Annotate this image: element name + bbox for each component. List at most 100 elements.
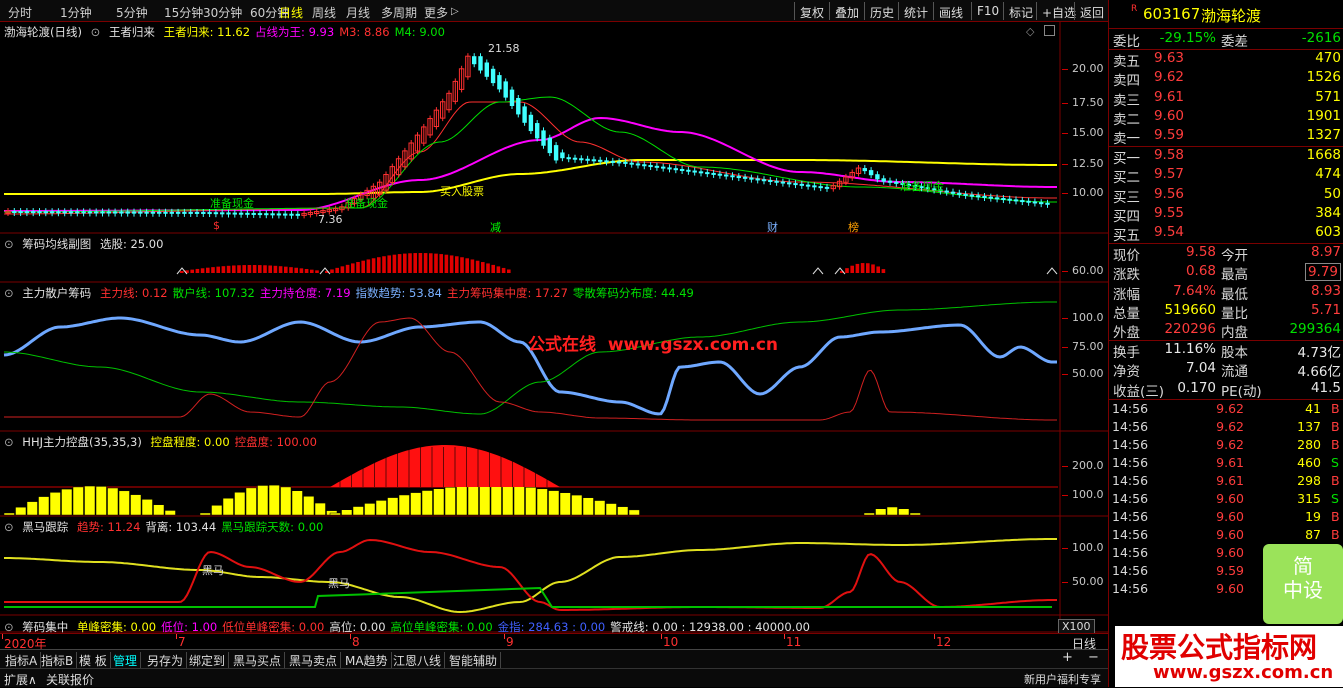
stock-name: 渤海轮渡 <box>1201 7 1262 25</box>
toolbar-button[interactable]: 统计 <box>898 2 933 20</box>
linked-quote-button[interactable]: 关联报价 <box>46 671 94 688</box>
candle-body <box>270 213 275 216</box>
tick-time: 14:56 <box>1112 419 1149 434</box>
indicator-name[interactable]: 王者归来 <box>109 25 155 39</box>
candle-body <box>144 211 149 214</box>
stat-label: 股本 <box>1221 345 1248 361</box>
period-tab[interactable]: 5分钟 <box>116 4 148 21</box>
toolbar-button[interactable]: F10 <box>971 2 1004 20</box>
indicator-dropdown-icon[interactable]: ⊙ <box>4 237 14 251</box>
control-bar <box>898 508 910 516</box>
panel3-name[interactable]: 主力散户筹码 <box>22 286 91 300</box>
panel2-name[interactable]: 筹码均线副图 <box>22 237 91 251</box>
volume-bar <box>252 265 257 273</box>
candle-body <box>749 177 754 180</box>
zoom-indicator[interactable]: X100 <box>1058 619 1095 634</box>
indicator-dropdown-icon[interactable]: ⊙ <box>4 520 14 534</box>
indicator-tab[interactable]: 黑马买点 <box>230 652 286 669</box>
remove-icon[interactable]: − <box>1088 650 1099 665</box>
tick-time: 14:56 <box>1112 545 1149 560</box>
candle-body <box>1026 200 1031 203</box>
candle-body <box>648 165 653 168</box>
period-tab[interactable]: 日线 <box>279 4 303 21</box>
candle-body <box>598 159 603 162</box>
period-tab[interactable]: 月线 <box>346 4 370 21</box>
indicator-tab[interactable]: 智能辅助 <box>446 652 502 669</box>
candle-body <box>1045 202 1050 205</box>
indicator-dropdown-icon[interactable]: ⊙ <box>91 25 101 39</box>
ask-row: 卖四 9.62 1526 <box>1109 69 1343 89</box>
control-bar <box>38 496 50 516</box>
volume-bar <box>439 254 443 273</box>
indicator-tab[interactable]: 管理 <box>110 652 142 669</box>
ask-row: 卖一 9.59 1327 <box>1109 127 1343 147</box>
candle-body <box>49 211 55 214</box>
period-tab[interactable]: 周线 <box>312 4 336 21</box>
bid-volume: 50 <box>1323 185 1341 202</box>
volume-bar <box>377 257 381 273</box>
toolbar-button[interactable]: 标记 <box>1003 2 1038 20</box>
period-tab[interactable]: 30分钟 <box>203 4 242 21</box>
bid-price: 9.57 <box>1153 166 1184 183</box>
panel5-title: ⊙ 黑马跟踪 趋势: 11.24 背离: 103.44 黑马跟踪天数: 0.00 <box>4 519 333 535</box>
toolbar-button[interactable]: 复权 <box>794 2 829 20</box>
quote-stat-row: 净资 7.04 流通 4.66亿 <box>1109 360 1343 380</box>
indicator-dropdown-icon[interactable]: ⊙ <box>4 286 14 300</box>
control-bar <box>594 500 606 516</box>
signal-label: 准备现金 <box>344 197 388 210</box>
period-tab[interactable]: 15分钟 <box>164 4 203 21</box>
candle-body <box>988 196 993 199</box>
toolbar-button[interactable]: 画线 <box>933 2 968 20</box>
diamond-icon[interactable]: ◇ <box>1026 25 1034 38</box>
period-tab[interactable]: 1分钟 <box>60 4 92 21</box>
axis-tick <box>1062 582 1068 583</box>
promo-badge[interactable]: 简 中设 <box>1263 544 1343 624</box>
control-bar <box>456 485 468 516</box>
indicator-tab[interactable]: 黑马卖点 <box>286 652 342 669</box>
indicator-tab[interactable]: 绑定到 <box>186 652 230 669</box>
new-user-promo[interactable]: 新用户福利专享 <box>1024 671 1101 687</box>
indicator-tab[interactable]: 另存为 <box>144 652 188 669</box>
indicator-dropdown-icon[interactable]: ⊙ <box>4 435 14 449</box>
volume-bar <box>465 258 469 273</box>
candle-body <box>673 168 678 171</box>
panel-maximize-icon[interactable] <box>1044 25 1055 36</box>
tick-price: 9.62 <box>1216 437 1244 452</box>
period-tab[interactable]: 多周期 <box>381 4 417 21</box>
volume-bar <box>206 267 210 273</box>
heima-label: 黑马 <box>328 577 350 590</box>
stat-label: 涨幅 <box>1113 286 1140 303</box>
toolbar-button[interactable]: 历史 <box>864 2 899 20</box>
indicator-tab[interactable]: 江恩八线 <box>390 652 446 669</box>
indicator-tab[interactable]: 模 板 <box>76 652 111 669</box>
volume-bar <box>190 269 194 273</box>
panel4-name[interactable]: HHJ主力控盘(35,35,3) <box>22 435 142 449</box>
add-icon[interactable]: + <box>1062 650 1073 665</box>
bid-price: 9.54 <box>1153 224 1184 241</box>
period-tab[interactable]: 更多 <box>424 4 448 21</box>
panel6-name[interactable]: 筹码集中 <box>22 620 68 634</box>
volume-bar <box>226 265 231 273</box>
indicator-dropdown-icon[interactable]: ⊙ <box>4 620 14 634</box>
axis-label: 100.0 <box>1072 311 1104 324</box>
control-bar <box>398 494 410 516</box>
stat-value: 7.64% <box>1173 282 1216 299</box>
toolbar-button[interactable]: 返回 <box>1074 2 1109 20</box>
volume-bar <box>413 253 417 273</box>
marker-label: 榜 <box>848 221 859 234</box>
more-arrow-icon[interactable]: ▷ <box>451 6 459 17</box>
period-tab[interactable]: 分时 <box>8 4 32 21</box>
volume-bar <box>299 268 304 273</box>
toolbar-button[interactable]: 叠加 <box>829 2 864 20</box>
expand-button[interactable]: 扩展∧ <box>4 671 37 688</box>
panel4-title: ⊙ HHJ主力控盘(35,35,3) 控盘程度: 0.00 控盘度: 100.00 <box>4 434 327 450</box>
indicator-tab[interactable]: MA趋势 <box>342 652 392 669</box>
candle-body <box>125 211 130 214</box>
control-bar <box>548 490 560 516</box>
tick-time: 14:56 <box>1112 509 1149 524</box>
candle-body <box>94 211 99 214</box>
indicator-tab[interactable]: 指标B <box>38 652 78 669</box>
panel5-name[interactable]: 黑马跟踪 <box>22 520 68 534</box>
indicator-tab[interactable]: 指标A <box>2 652 42 669</box>
candle-body <box>106 211 111 214</box>
